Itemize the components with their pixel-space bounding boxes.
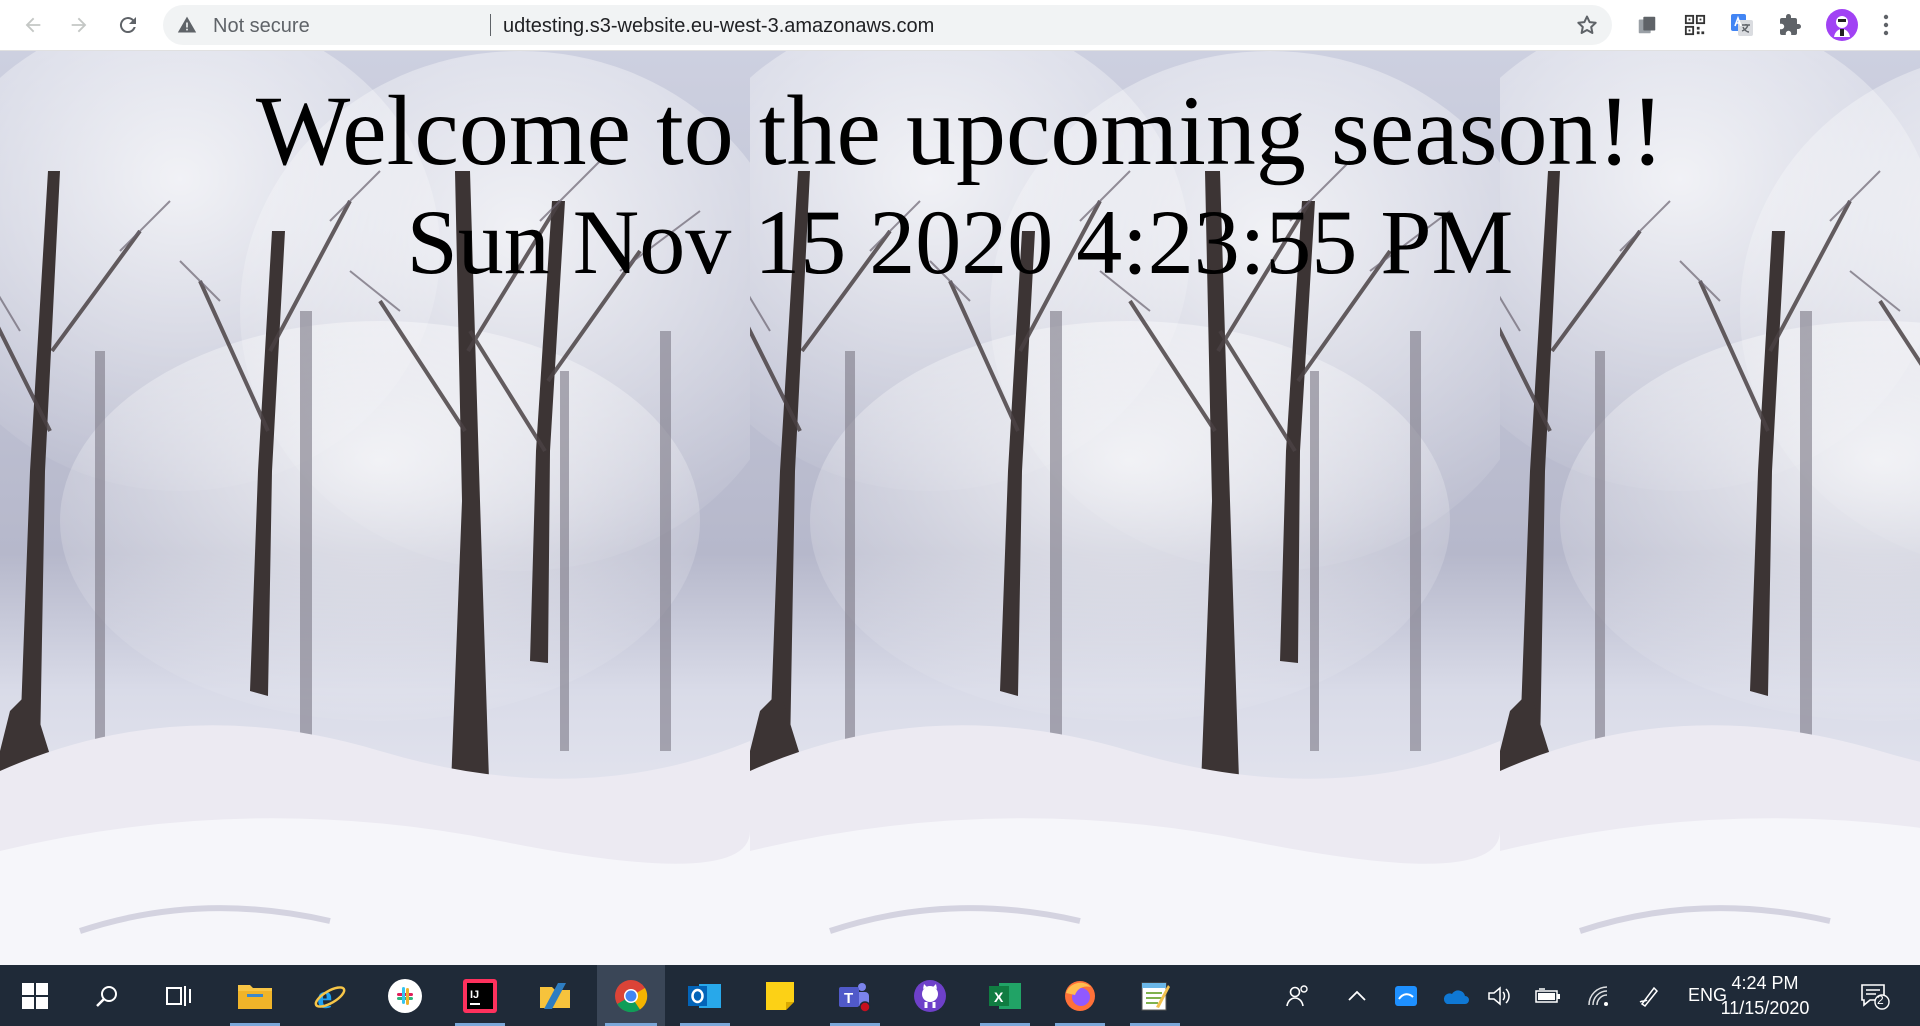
extensions-puzzle-icon[interactable] [1776,11,1804,39]
outlook-icon [688,983,721,1008]
browser-menu-icon[interactable] [1876,11,1896,39]
address-bar[interactable]: Not secure udtesting.s3-website.eu-west-… [163,5,1612,45]
search-button[interactable] [74,965,140,1026]
taskbar-excel[interactable]: X [972,965,1038,1026]
internet-explorer-icon: e [314,979,346,1013]
notification-count-badge: 2 [1877,993,1884,1007]
url-text[interactable]: udtesting.s3-website.eu-west-3.amazonaws… [503,15,934,38]
winter-forest-image [1500,51,1920,965]
start-button[interactable] [2,965,68,1026]
folder-app-icon [540,982,570,1009]
volume-button[interactable] [1484,965,1516,1026]
search-icon [96,985,117,1007]
taskbar-file-explorer[interactable] [222,965,288,1026]
extension-qr-code-icon[interactable] [1681,11,1709,39]
speaker-icon [1488,985,1510,1006]
winter-forest-image [0,51,750,965]
taskbar-sticky-notes[interactable] [747,965,813,1026]
tray-app-button[interactable] [1390,965,1422,1026]
onedrive-cloud-icon [1443,989,1469,1004]
back-button[interactable] [16,8,50,42]
sticky-notes-icon [766,981,794,1010]
task-view-icon [166,985,191,1006]
network-button[interactable] [1582,965,1614,1026]
reload-button[interactable] [111,8,145,42]
taskbar-internet-explorer[interactable]: e [297,965,363,1026]
battery-icon [1535,987,1560,1003]
task-view-button[interactable] [146,965,212,1026]
forward-button[interactable] [62,8,96,42]
taskbar-intellij[interactable]: IJ [447,965,513,1026]
forward-arrow-icon [71,17,87,33]
divider [490,14,491,36]
clock-date: 11/15/2020 [1720,998,1810,1018]
svg-text:X: X [994,989,1004,1005]
slack-icon [388,978,422,1013]
chevron-up-icon [1348,990,1366,1001]
wifi-icon [1588,985,1608,1006]
bookmark-star-icon[interactable] [1575,13,1599,37]
back-arrow-icon [25,17,41,33]
battery-button[interactable] [1532,965,1564,1026]
taskbar-teams[interactable]: T [822,965,888,1026]
teams-icon: T [839,982,871,1013]
winter-forest-image [750,51,1500,965]
page-body: Welcome to the upcoming season!! Sun Nov… [0,51,1920,965]
svg-text:T: T [844,990,853,1007]
browser-toolbar: Not secure udtesting.s3-website.eu-west-… [0,0,1920,51]
taskbar-chrome[interactable] [597,965,665,1026]
action-center-button[interactable]: 2 [1852,965,1898,1026]
taskbar-folder-app[interactable] [522,965,588,1026]
onedrive-button[interactable] [1438,965,1472,1026]
welcome-heading: Welcome to the upcoming season!! [255,75,1665,186]
tray-app-icon [1395,985,1417,1006]
profile-avatar[interactable] [1825,8,1859,42]
security-status[interactable]: Not secure [213,15,310,38]
datetime-text: Sun Nov 15 2020 4:23:55 PM [406,191,1514,293]
clock-time: 4:24 PM [1731,973,1799,993]
extension-google-translate-icon[interactable] [1728,11,1756,39]
firefox-icon [1065,980,1095,1011]
show-hidden-icons-button[interactable] [1342,965,1372,1026]
extension-copy-icon[interactable] [1633,11,1661,39]
taskbar-firefox[interactable] [1047,965,1113,1026]
taskbar-notepad[interactable] [1122,965,1188,1026]
github-icon [914,979,946,1012]
pen-workspace-button[interactable] [1634,965,1666,1026]
warning-icon [177,16,197,33]
people-icon [1286,984,1308,1006]
pen-icon [1639,986,1659,1007]
windows-taskbar: e IJ T X ENG 4:24 PM 11/15/2020 2 [0,965,1920,1026]
excel-icon: X [989,982,1021,1009]
taskbar-clock[interactable]: 4:24 PM 11/15/2020 [1715,971,1815,1021]
taskbar-slack[interactable] [372,965,438,1026]
svg-text:IJ: IJ [470,989,479,1001]
people-button[interactable] [1278,965,1318,1026]
folder-icon [238,984,272,1009]
taskbar-outlook[interactable] [672,965,738,1026]
notification-icon [1861,983,1890,1010]
notepad-icon [1141,982,1170,1010]
taskbar-github-desktop[interactable] [897,965,963,1026]
windows-logo-icon [22,982,48,1009]
reload-icon [119,17,136,34]
intellij-icon: IJ [463,978,497,1013]
chrome-icon [615,979,648,1012]
